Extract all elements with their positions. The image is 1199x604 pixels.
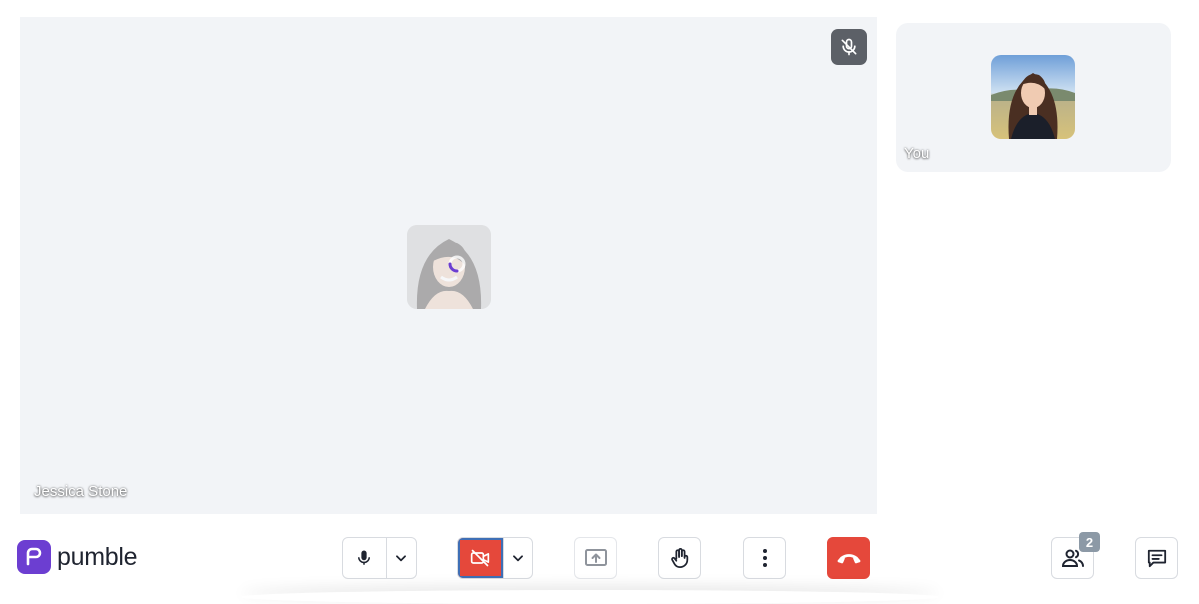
chevron-down-icon [512, 555, 523, 562]
more-vertical-icon [762, 549, 767, 567]
toolbar-shadow [240, 590, 940, 604]
pumble-logo-icon [17, 540, 51, 574]
mic-options-button[interactable] [385, 538, 416, 578]
brand-name: pumble [57, 542, 138, 571]
pumble-logo: pumble [17, 540, 138, 574]
share-screen-button[interactable] [574, 537, 617, 579]
camera-control [457, 537, 533, 579]
mic-control [342, 537, 417, 579]
chevron-down-icon [396, 555, 407, 562]
self-name-label: You [904, 145, 930, 162]
mic-off-icon [841, 38, 857, 56]
end-call-button[interactable] [827, 537, 870, 579]
participant-name-label: Jessica Stone [34, 483, 128, 500]
participants-count-badge: 2 [1079, 532, 1100, 552]
participant-muted-indicator [831, 29, 867, 65]
chat-icon [1147, 549, 1166, 568]
microphone-icon [358, 550, 371, 565]
more-options-button[interactable] [743, 537, 786, 579]
phone-hangup-icon [837, 554, 860, 564]
main-video-tile[interactable]: Jessica Stone [20, 17, 877, 514]
self-avatar [991, 55, 1075, 139]
self-video-tile[interactable]: You [896, 23, 1171, 172]
camera-toggle-button[interactable] [458, 538, 503, 578]
mic-button[interactable] [343, 538, 386, 578]
loading-spinner-icon [448, 255, 466, 273]
chat-button[interactable] [1135, 537, 1178, 579]
hand-icon [670, 548, 688, 569]
raise-hand-button[interactable] [658, 537, 701, 579]
camera-options-button[interactable] [502, 538, 532, 578]
screen-share-icon [584, 549, 607, 566]
video-off-icon [471, 549, 490, 567]
